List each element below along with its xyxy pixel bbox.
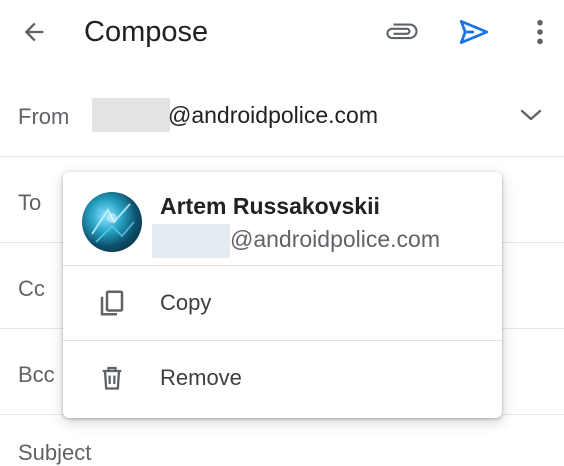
copy-menu-item[interactable] [63,266,502,340]
page-title: Compose [84,16,209,48]
avatar [82,192,142,252]
chevron-down-icon [520,109,542,121]
copy-icon [96,287,128,319]
back-button[interactable] [14,12,54,52]
contact-name: Artem Russakovskii [160,193,380,219]
trash-icon [96,362,128,394]
from-dropdown-button[interactable] [514,100,548,130]
more-vert-icon [537,19,543,45]
more-options-button[interactable] [522,10,558,54]
copy-label: Copy [160,290,212,315]
contact-email-domain: @androidpolice.com [230,226,441,252]
send-button[interactable] [452,10,496,54]
attach-button[interactable] [380,12,424,52]
send-icon [459,19,489,45]
divider [0,156,564,157]
back-arrow-icon [24,22,44,42]
redacted-username [152,224,230,258]
from-email-domain: @androidpolice.com [168,102,379,128]
to-label: To [18,190,42,215]
from-label: From [18,104,70,129]
subject-label: Subject [18,440,92,465]
paperclip-icon [386,23,418,40]
remove-menu-item[interactable] [63,341,502,415]
bcc-label: Bcc [18,362,55,387]
remove-label: Remove [160,365,242,390]
redacted-username [92,98,170,132]
cc-label: Cc [18,276,45,301]
